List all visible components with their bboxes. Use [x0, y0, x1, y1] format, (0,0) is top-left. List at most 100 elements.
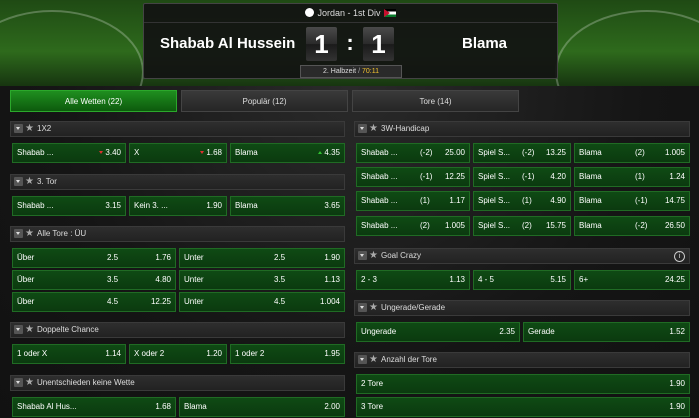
odd-cell[interactable]: Blama (2) 1.005 [574, 143, 690, 163]
odd-line: (1) [420, 196, 430, 205]
odd-label: Shabab ... [361, 196, 398, 205]
odd-cell[interactable]: Unter 4.5 1.004 [179, 292, 345, 312]
collapse-chevron-icon[interactable] [14, 229, 23, 238]
odd-line: (-1) [635, 196, 648, 205]
favorite-star-icon[interactable]: ★ [25, 227, 34, 241]
collapse-chevron-icon[interactable] [358, 251, 367, 260]
odd-cell[interactable]: 4 - 5 5.15 [473, 270, 571, 290]
odd-cell[interactable]: 1 oder 2 1.95 [230, 344, 345, 364]
section-goal-count-header[interactable]: ★ Anzahl der Tore [354, 352, 690, 368]
odd-cell[interactable]: Gerade 1.52 [523, 322, 690, 342]
odd-cell[interactable]: Spiel S... (1) 4.90 [473, 191, 571, 211]
odd-label: Shabab ... [361, 172, 398, 181]
odd-cell[interactable]: Blama 2.00 [179, 397, 345, 417]
odd-cell[interactable]: Kein 3. ... 1.90 [129, 196, 227, 216]
odd-cell[interactable]: Unter 3.5 1.13 [179, 270, 345, 290]
section-goal-crazy-header[interactable]: ★ Goal Crazy i [354, 248, 690, 264]
section-1x2-header[interactable]: ★ 1X2 [10, 121, 345, 137]
favorite-star-icon[interactable]: ★ [369, 122, 378, 136]
odd-line: (2) [522, 221, 532, 230]
odd-value: 12.25 [150, 297, 171, 306]
odd-line: 4.5 [107, 297, 119, 306]
collapse-chevron-icon[interactable] [358, 303, 367, 312]
odd-cell[interactable]: X 1.68 [129, 143, 227, 163]
odd-label: Blama [235, 201, 258, 210]
odd-value: 1.76 [155, 253, 171, 262]
odd-cell[interactable]: Blama (1) 1.24 [574, 167, 690, 187]
odd-cell[interactable]: Blama 3.65 [230, 196, 345, 216]
odd-cell[interactable]: Über 3.5 4.80 [12, 270, 176, 290]
odd-cell[interactable]: Blama 4.35 [230, 143, 345, 163]
odd-cell[interactable]: Über 2.5 1.76 [12, 248, 176, 268]
odd-cell[interactable]: Shabab ... (-2) 25.00 [356, 143, 470, 163]
odd-cell[interactable]: Blama (-2) 26.50 [574, 216, 690, 236]
odd-cell[interactable]: X oder 2 1.20 [129, 344, 227, 364]
section-handicap-header[interactable]: ★ 3W-Handicap [354, 121, 690, 137]
section-odd-even-header[interactable]: ★ Ungerade/Gerade [354, 300, 690, 316]
favorite-star-icon[interactable]: ★ [369, 301, 378, 315]
odd-cell[interactable]: Über 4.5 12.25 [12, 292, 176, 312]
odd-label: Shabab Al Hus... [17, 402, 77, 411]
collapse-chevron-icon[interactable] [358, 124, 367, 133]
section-double-chance-header[interactable]: ★ Doppelte Chance [10, 322, 345, 338]
odd-label: Über [17, 253, 35, 262]
odd-line: (1) [522, 196, 532, 205]
collapse-chevron-icon[interactable] [358, 355, 367, 364]
section-title: Alle Tore : ÜU [37, 229, 87, 238]
odd-line: 2.5 [274, 253, 286, 262]
odd-label: 6+ [579, 275, 589, 284]
odd-cell[interactable]: Shabab ... 3.40 [12, 143, 126, 163]
odd-cell[interactable]: Unter 2.5 1.90 [179, 248, 345, 268]
section-all-goals-header[interactable]: ★ Alle Tore : ÜU [10, 226, 345, 242]
odd-label: Über [17, 275, 35, 284]
odd-line: 3.5 [274, 275, 286, 284]
collapse-chevron-icon[interactable] [14, 124, 23, 133]
section-third-goal-header[interactable]: ★ 3. Tor [10, 174, 345, 190]
odd-cell[interactable]: 1 oder X 1.14 [12, 344, 126, 364]
favorite-star-icon[interactable]: ★ [25, 376, 34, 390]
odds-up-arrow-icon [318, 151, 323, 154]
odd-value: 1.14 [105, 349, 121, 358]
odd-cell[interactable]: 6+ 24.25 [574, 270, 690, 290]
odd-cell[interactable]: Spiel S... (2) 15.75 [473, 216, 571, 236]
odd-label: Shabab ... [17, 148, 54, 157]
section-title: 1X2 [37, 124, 52, 133]
odd-line: (-2) [635, 221, 648, 230]
odd-cell[interactable]: Shabab ... (1) 1.17 [356, 191, 470, 211]
odd-label: Kein 3. ... [134, 201, 168, 210]
odd-cell[interactable]: Spiel S... (-2) 13.25 [473, 143, 571, 163]
tab-all-bets[interactable]: Alle Wetten (22) [10, 90, 177, 112]
odd-cell[interactable]: Ungerade 2.35 [356, 322, 520, 342]
home-team-name: Shabab Al Hussein [160, 35, 296, 52]
odd-value: 15.75 [545, 221, 566, 230]
favorite-star-icon[interactable]: ★ [369, 353, 378, 367]
odd-cell[interactable]: Spiel S... (-1) 4.20 [473, 167, 571, 187]
favorite-star-icon[interactable]: ★ [25, 323, 34, 337]
tab-popular[interactable]: Populär (12) [181, 90, 348, 112]
favorite-star-icon[interactable]: ★ [369, 249, 378, 263]
odd-cell[interactable]: Shabab ... (2) 1.005 [356, 216, 470, 236]
odd-cell[interactable]: Shabab ... 3.15 [12, 196, 126, 216]
odd-value: 1.90 [206, 201, 222, 210]
odd-value: 5.15 [550, 275, 566, 284]
collapse-chevron-icon[interactable] [14, 325, 23, 334]
odd-line: (2) [420, 221, 430, 230]
collapse-chevron-icon[interactable] [14, 177, 23, 186]
tab-goals[interactable]: Tore (14) [352, 90, 519, 112]
odd-cell[interactable]: 2 - 3 1.13 [356, 270, 470, 290]
favorite-star-icon[interactable]: ★ [25, 175, 34, 189]
odd-line: (-2) [522, 148, 535, 157]
odd-cell[interactable]: 3 Tore 1.90 [356, 397, 690, 417]
odd-label: Spiel S... [478, 172, 511, 181]
odd-value: 4.90 [550, 196, 566, 205]
odd-cell[interactable]: 2 Tore 1.90 [356, 374, 690, 394]
odd-cell[interactable]: Shabab ... (-1) 12.25 [356, 167, 470, 187]
collapse-chevron-icon[interactable] [14, 378, 23, 387]
odd-cell[interactable]: Shabab Al Hus... 1.68 [12, 397, 176, 417]
odd-value: 1.24 [669, 172, 685, 181]
score-colon: : [346, 30, 354, 55]
favorite-star-icon[interactable]: ★ [25, 122, 34, 136]
odd-cell[interactable]: Blama (-1) 14.75 [574, 191, 690, 211]
info-icon[interactable]: i [674, 251, 685, 262]
section-draw-no-bet-header[interactable]: ★ Unentschieden keine Wette [10, 375, 345, 391]
